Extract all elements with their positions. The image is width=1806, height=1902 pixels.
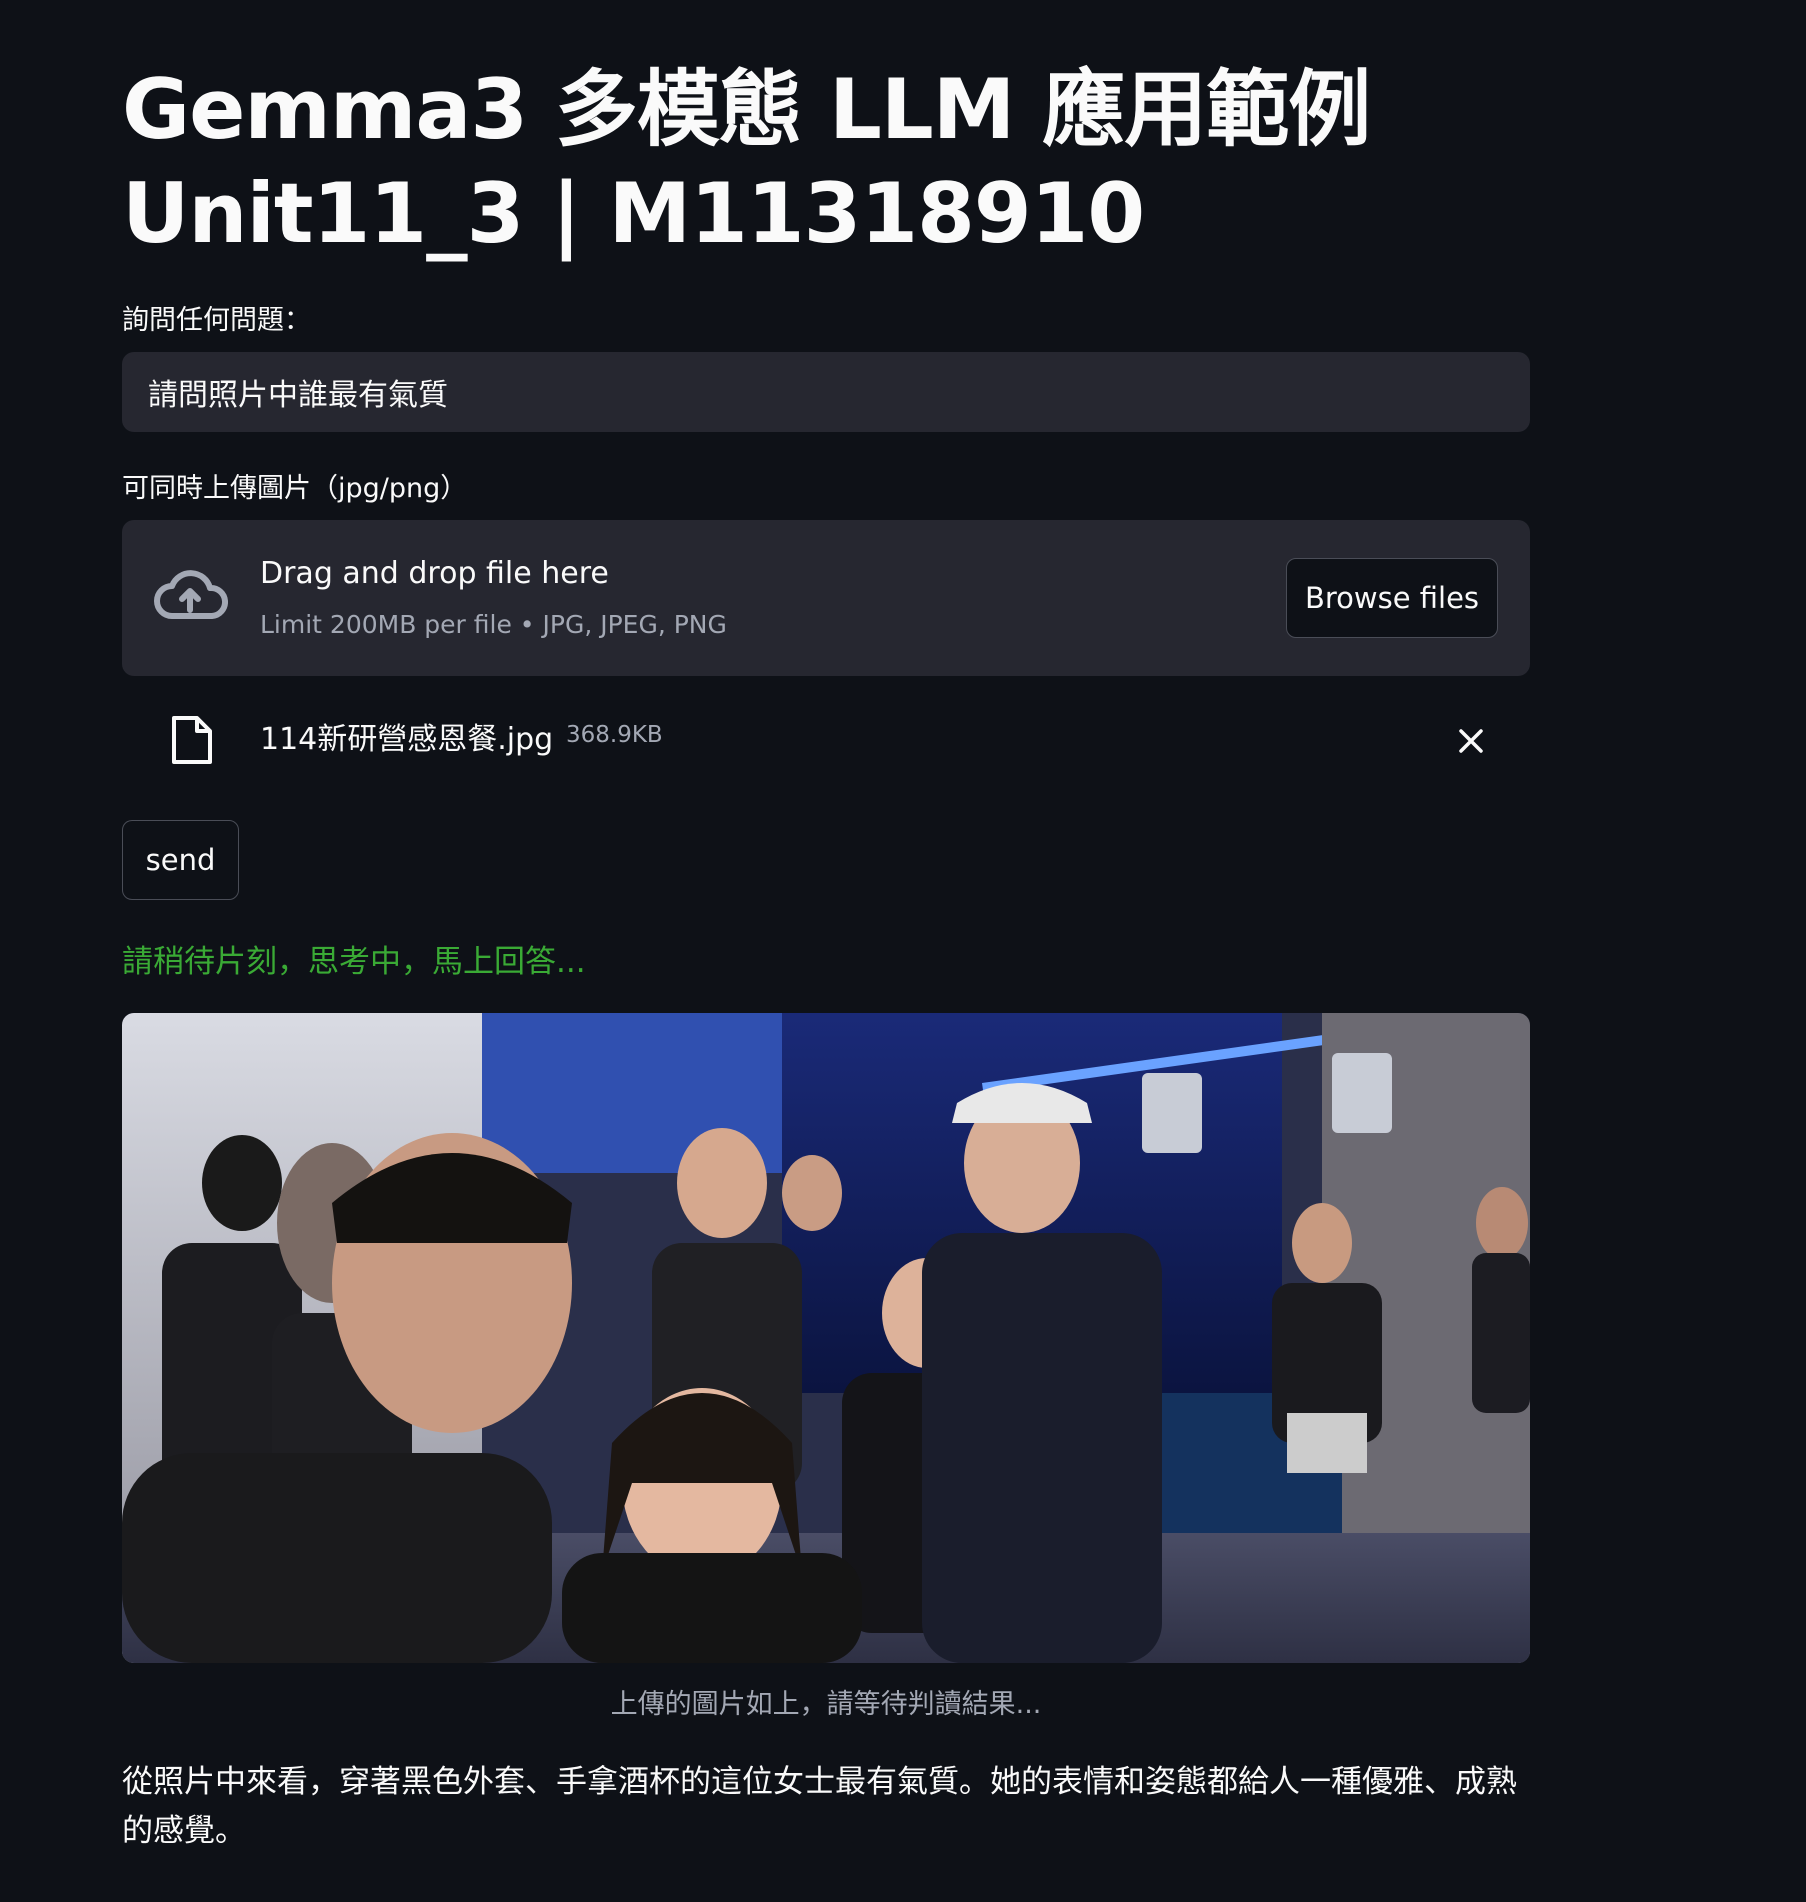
browse-files-button[interactable]: Browse files <box>1286 558 1498 638</box>
uploaded-photo <box>122 1013 1530 1663</box>
question-input[interactable] <box>122 352 1530 432</box>
remove-file-icon[interactable] <box>1456 726 1486 756</box>
status-message: 請稍待片刻，思考中，馬上回答... <box>122 944 586 980</box>
cloud-upload-icon <box>154 570 228 619</box>
uploaded-file-size: 368.9KB <box>566 722 663 748</box>
question-label: 詢問任何問題： <box>122 305 311 336</box>
send-button[interactable]: send <box>122 820 239 900</box>
photo-caption: 上傳的圖片如上，請等待判讀結果... <box>610 1689 1042 1720</box>
page-title: Gemma3 多模態 LLM 應用範例 Unit11_3 | M11318910 <box>122 58 1530 266</box>
model-answer: 從照片中來看，穿著黑色外套、手拿酒杯的這位女士最有氣質。她的表情和姿態都給人一種… <box>122 1764 1517 1849</box>
upload-label: 可同時上傳圖片（jpg/png） <box>122 473 468 504</box>
uploaded-file-row: 114新研營感恩餐.jpg 368.9KB <box>122 700 1530 780</box>
file-dropzone[interactable]: Drag and drop file here Limit 200MB per … <box>122 520 1530 676</box>
dropzone-limit: Limit 200MB per file • JPG, JPEG, PNG <box>260 610 727 639</box>
file-icon <box>172 716 212 764</box>
uploaded-file-name: 114新研營感恩餐.jpg <box>260 722 554 757</box>
page-title-line-1: Gemma3 多模態 LLM 應用範例 <box>122 61 1371 158</box>
page-title-line-2: Unit11_3 | M11318910 <box>122 165 1145 262</box>
dropzone-title: Drag and drop file here <box>260 556 609 591</box>
photo-placeholder-image <box>122 1013 1530 1663</box>
